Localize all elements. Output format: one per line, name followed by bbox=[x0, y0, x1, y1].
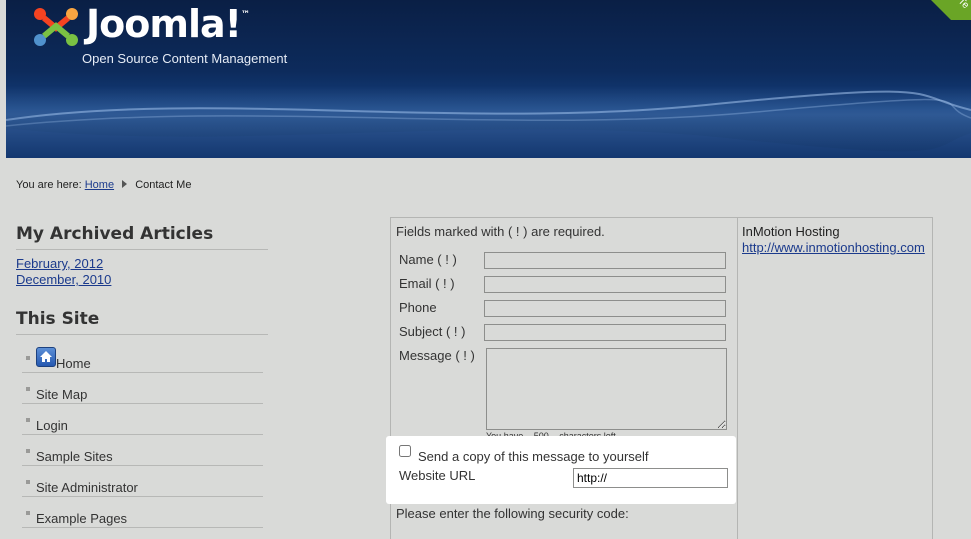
send-copy-checkbox[interactable] bbox=[399, 445, 411, 457]
tagline: Open Source Content Management bbox=[82, 51, 288, 66]
menu-item-label: Site Map bbox=[36, 387, 88, 402]
home-icon bbox=[36, 347, 56, 367]
menu-item-sample-sites[interactable]: Sample Sites bbox=[22, 435, 263, 466]
message-label: Message ( ! ) bbox=[399, 348, 475, 363]
subject-label: Subject ( ! ) bbox=[399, 324, 466, 339]
menu-item-label: Site Administrator bbox=[36, 480, 138, 495]
breadcrumb-home-link[interactable]: Home bbox=[85, 179, 114, 191]
site-header: Joomla!™ Open Source Content Management … bbox=[6, 0, 971, 158]
breadcrumb-prefix: You are here: bbox=[16, 179, 82, 191]
bullet-icon bbox=[26, 387, 30, 391]
menu-item-site-administrator[interactable]: Site Administrator bbox=[22, 466, 263, 497]
breadcrumb-arrow-icon bbox=[122, 180, 128, 188]
menu-item-login[interactable]: Login bbox=[22, 404, 263, 435]
menu-item-label: Example Pages bbox=[36, 511, 128, 526]
menu-item-site-map[interactable]: Site Map bbox=[22, 373, 263, 404]
menu-item-label: Sample Sites bbox=[36, 449, 113, 464]
archived-articles-list: February, 2012 December, 2010 bbox=[16, 256, 111, 288]
site-menu: Home Site Map Login Sample Sites Site Ad… bbox=[22, 342, 263, 528]
contact-info-panel bbox=[736, 217, 933, 539]
bullet-icon bbox=[26, 356, 30, 360]
archive-link-feb-2012[interactable]: February, 2012 bbox=[16, 256, 111, 272]
breadcrumb-current: Contact Me bbox=[135, 179, 192, 191]
phone-label: Phone bbox=[399, 300, 437, 315]
menu-item-label: Home bbox=[56, 356, 91, 371]
archive-link-dec-2010[interactable]: December, 2010 bbox=[16, 272, 111, 288]
bullet-icon bbox=[26, 480, 30, 484]
menu-item-label: Login bbox=[36, 418, 68, 433]
joomla-logo-icon bbox=[34, 8, 78, 46]
name-field[interactable] bbox=[484, 252, 726, 269]
breadcrumb: You are here: Home Contact Me bbox=[16, 179, 191, 191]
required-fields-note: Fields marked with ( ! ) are required. bbox=[396, 224, 605, 239]
menu-item-example-pages[interactable]: Example Pages bbox=[22, 497, 263, 528]
message-field[interactable] bbox=[486, 348, 727, 430]
info-website-link[interactable]: http://www.inmotionhosting.com bbox=[742, 240, 925, 255]
info-title: InMotion Hosting bbox=[742, 224, 840, 239]
email-field[interactable] bbox=[484, 276, 726, 293]
bullet-icon bbox=[26, 418, 30, 422]
menu-item-home[interactable]: Home bbox=[22, 342, 263, 373]
website-url-field[interactable] bbox=[573, 468, 728, 488]
website-url-label: Website URL bbox=[399, 468, 476, 483]
this-site-heading: This Site bbox=[16, 309, 268, 335]
security-code-prompt: Please enter the following security code… bbox=[396, 506, 629, 521]
header-wave-decoration-lower bbox=[6, 128, 971, 158]
header-wave-decoration bbox=[6, 90, 971, 127]
brand-name: Joomla!™ bbox=[86, 2, 250, 46]
bullet-icon bbox=[26, 511, 30, 515]
bullet-icon bbox=[26, 449, 30, 453]
phone-field[interactable] bbox=[484, 300, 726, 317]
name-label: Name ( ! ) bbox=[399, 252, 457, 267]
archived-articles-heading: My Archived Articles bbox=[16, 224, 268, 250]
send-copy-label: Send a copy of this message to yourself bbox=[418, 449, 649, 464]
subject-field[interactable] bbox=[484, 324, 726, 341]
email-label: Email ( ! ) bbox=[399, 276, 455, 291]
